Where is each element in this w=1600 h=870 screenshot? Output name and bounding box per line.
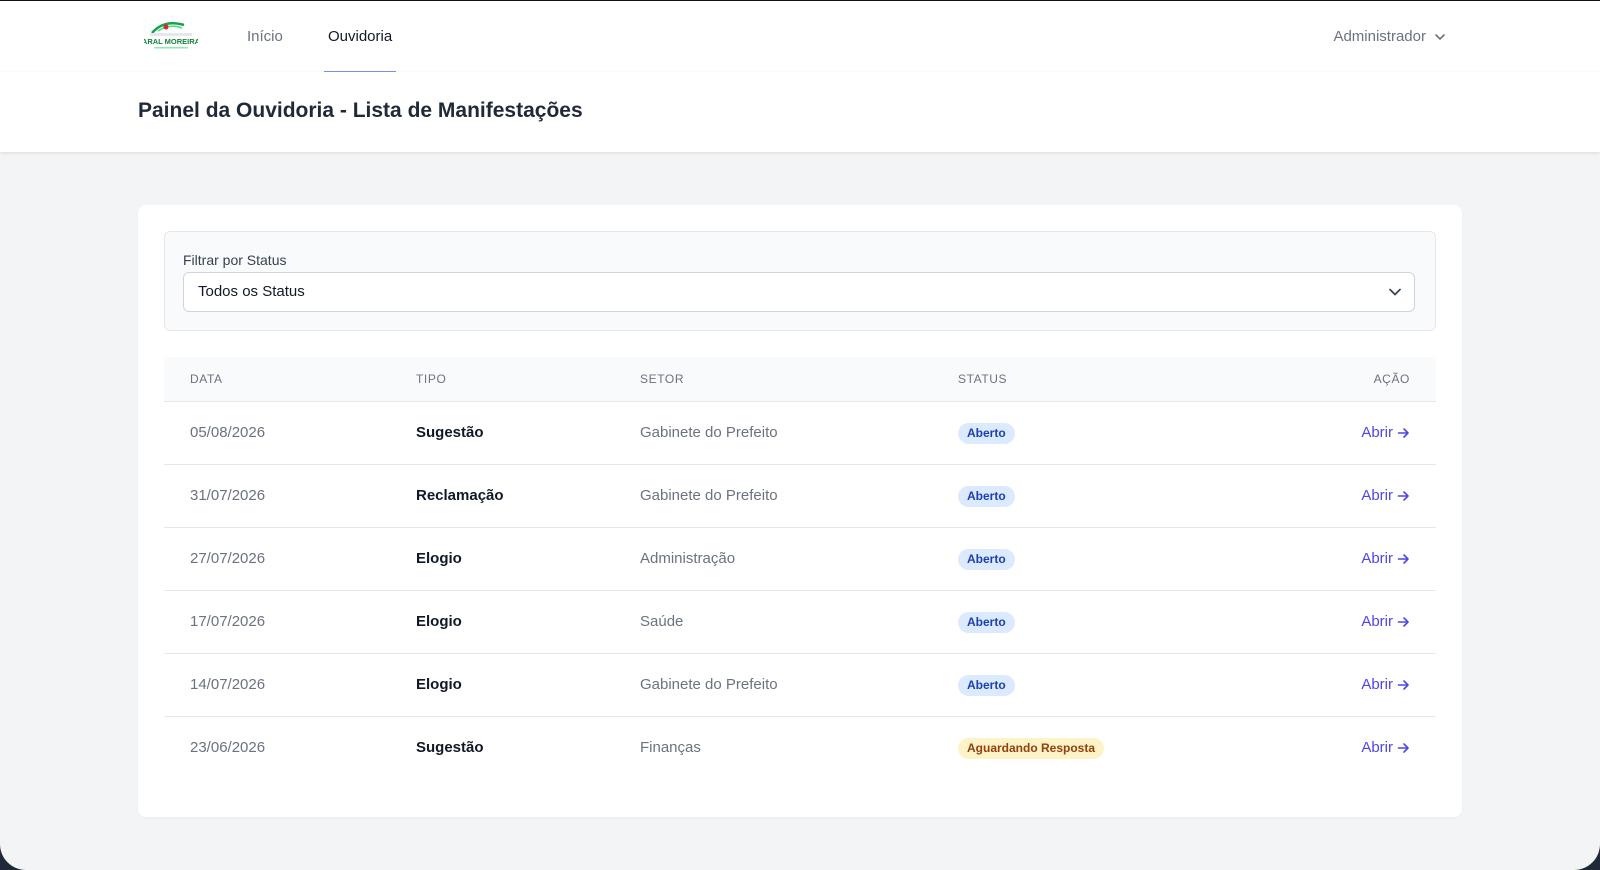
row-status: Aguardando Resposta (958, 738, 1105, 759)
table-row: 27/07/2026 Elogio Administração Aberto A… (164, 528, 1436, 591)
chevron-down-icon (1435, 33, 1445, 40)
open-manifestation-link[interactable]: Abrir (1361, 717, 1410, 779)
user-menu-label: Administrador (1333, 28, 1426, 45)
row-date: 23/06/2026 (190, 739, 266, 756)
status-filter-label: Filtrar por Status (183, 252, 287, 268)
arrow-right-icon (1397, 743, 1409, 753)
row-status: Aberto (958, 423, 1015, 444)
manifestations-table: DATA TIPO SETOR STATUS AÇÃO 05/08/2026 S… (164, 357, 1436, 779)
table-row: 05/08/2026 Sugestão Gabinete do Prefeito… (164, 402, 1436, 465)
arrow-right-icon (1397, 554, 1409, 564)
status-badge: Aberto (958, 486, 1015, 507)
column-header-setor: SETOR (640, 372, 685, 386)
open-link-label: Abrir (1361, 487, 1393, 504)
open-manifestation-link[interactable]: Abrir (1361, 654, 1410, 716)
top-navigation: ARAL MOREIRA Início Ouvidoria Administra… (0, 1, 1600, 73)
row-sector: Administração (640, 550, 736, 567)
open-manifestation-link[interactable]: Abrir (1361, 402, 1410, 464)
row-sector: Saúde (640, 613, 684, 630)
row-sector: Gabinete do Prefeito (640, 424, 778, 441)
row-type: Elogio (416, 676, 462, 693)
user-menu[interactable]: Administrador (1333, 1, 1446, 72)
status-badge: Aberto (958, 423, 1015, 444)
row-type: Reclamação (416, 487, 504, 504)
table-row: 23/06/2026 Sugestão Finanças Aguardando … (164, 717, 1436, 779)
column-header-tipo: TIPO (416, 372, 447, 386)
open-link-label: Abrir (1361, 550, 1393, 567)
open-manifestation-link[interactable]: Abrir (1361, 528, 1410, 590)
open-manifestation-link[interactable]: Abrir (1361, 465, 1410, 527)
table-header: DATA TIPO SETOR STATUS AÇÃO (164, 357, 1436, 402)
arrow-right-icon (1397, 680, 1409, 690)
arrow-right-icon (1397, 428, 1409, 438)
row-sector: Finanças (640, 739, 701, 756)
row-type: Sugestão (416, 739, 484, 756)
row-date: 05/08/2026 (190, 424, 266, 441)
column-header-acao: AÇÃO (1373, 372, 1410, 386)
status-badge: Aguardando Resposta (958, 738, 1105, 759)
row-sector: Gabinete do Prefeito (640, 676, 778, 693)
nav-link-inicio[interactable]: Início (247, 1, 283, 72)
row-date: 27/07/2026 (190, 550, 266, 567)
logo-text: ARAL MOREIRA (144, 37, 198, 46)
table-row: 14/07/2026 Elogio Gabinete do Prefeito A… (164, 654, 1436, 717)
chevron-down-icon (1389, 288, 1401, 296)
status-badge: Aberto (958, 675, 1015, 696)
municipal-logo-icon[interactable]: ARAL MOREIRA (144, 17, 198, 51)
status-filter-panel: Filtrar por Status Todos os Status (164, 231, 1436, 331)
status-filter-select[interactable]: Todos os Status (183, 272, 1415, 312)
row-date: 31/07/2026 (190, 487, 266, 504)
table-row: 17/07/2026 Elogio Saúde Aberto Abrir (164, 591, 1436, 654)
page-title: Painel da Ouvidoria - Lista de Manifesta… (138, 99, 583, 122)
open-link-label: Abrir (1361, 613, 1393, 630)
arrow-right-icon (1397, 617, 1409, 627)
row-date: 14/07/2026 (190, 676, 266, 693)
row-type: Sugestão (416, 424, 484, 441)
arrow-right-icon (1397, 491, 1409, 501)
column-header-status: STATUS (958, 372, 1008, 386)
column-header-data: DATA (190, 372, 223, 386)
table-row: 31/07/2026 Reclamação Gabinete do Prefei… (164, 465, 1436, 528)
row-status: Aberto (958, 675, 1015, 696)
row-type: Elogio (416, 550, 462, 567)
manifestations-card: Filtrar por Status Todos os Status DATA … (138, 205, 1462, 817)
row-status: Aberto (958, 612, 1015, 633)
row-status: Aberto (958, 549, 1015, 570)
status-badge: Aberto (958, 549, 1015, 570)
app-window: ARAL MOREIRA Início Ouvidoria Administra… (0, 0, 1600, 870)
status-badge: Aberto (958, 612, 1015, 633)
open-manifestation-link[interactable]: Abrir (1361, 591, 1410, 653)
row-type: Elogio (416, 613, 462, 630)
nav-link-ouvidoria[interactable]: Ouvidoria (323, 1, 397, 73)
open-link-label: Abrir (1361, 676, 1393, 693)
page-header: Painel da Ouvidoria - Lista de Manifesta… (0, 72, 1600, 152)
row-status: Aberto (958, 486, 1015, 507)
open-link-label: Abrir (1361, 424, 1393, 441)
row-sector: Gabinete do Prefeito (640, 487, 778, 504)
status-filter-value: Todos os Status (198, 283, 305, 300)
open-link-label: Abrir (1361, 739, 1393, 756)
row-date: 17/07/2026 (190, 613, 266, 630)
